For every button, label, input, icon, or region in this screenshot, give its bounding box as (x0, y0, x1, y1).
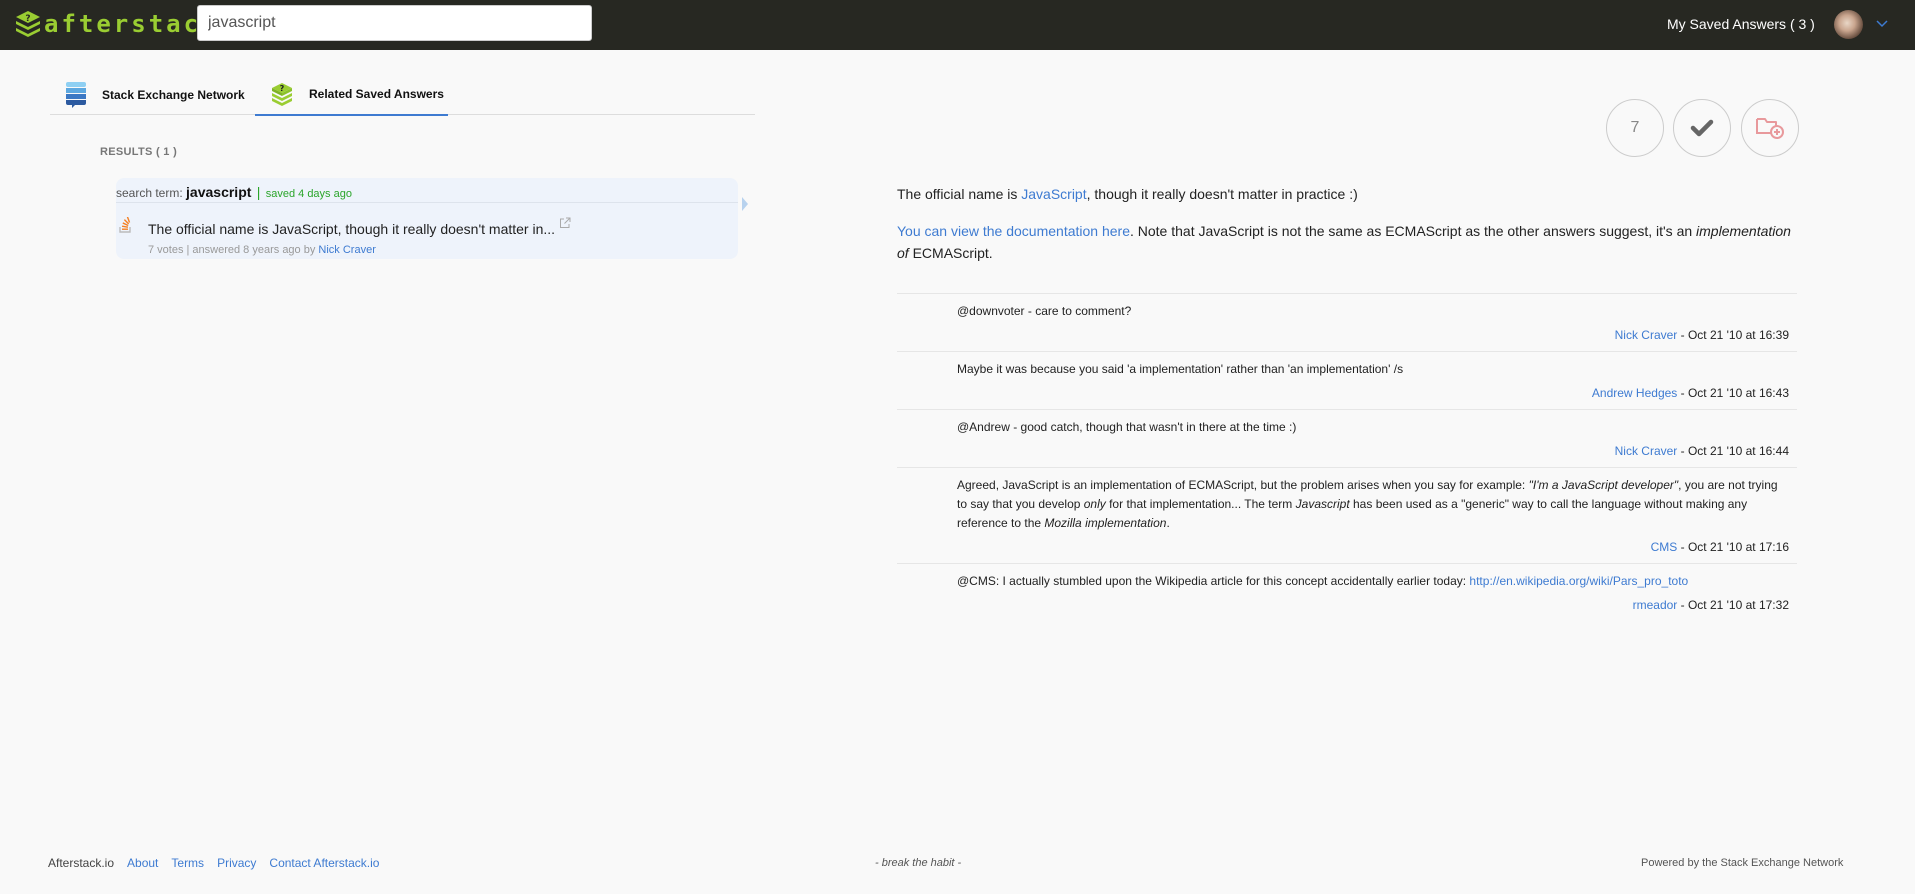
svg-text:?: ? (25, 14, 30, 24)
comment-attribution: rmeador - Oct 21 '10 at 17:32 (957, 597, 1789, 613)
comment: Agreed, JavaScript is an implementation … (897, 467, 1797, 563)
stackoverflow-icon (119, 217, 131, 233)
documentation-link[interactable]: You can view the documentation here (897, 223, 1130, 239)
logo-text: afterstack (44, 10, 219, 38)
footer-brand: Afterstack.io (48, 856, 115, 870)
tab-label: Related Saved Answers (309, 87, 444, 101)
comment-attribution: Nick Craver - Oct 21 '10 at 16:44 (957, 443, 1789, 459)
result-meta: 7 votes | answered 8 years ago by Nick C… (148, 244, 376, 256)
comment-attribution: Nick Craver - Oct 21 '10 at 16:39 (957, 327, 1789, 343)
user-avatar[interactable] (1834, 10, 1863, 39)
result-meta-text: 7 votes | answered 8 years ago by (148, 244, 316, 256)
answer-text: , though it really doesn't matter in pra… (1086, 186, 1358, 202)
comment: Maybe it was because you said 'a impleme… (897, 351, 1797, 409)
footer-powered-by: Powered by the Stack Exchange Network (1641, 857, 1844, 869)
result-item[interactable]: search term: javascript | saved 4 days a… (116, 178, 738, 259)
footer-links: Afterstack.io About Terms Privacy Contac… (48, 856, 379, 870)
afterstack-logo-icon: ? (16, 11, 40, 37)
separator: | (256, 184, 261, 200)
comment-author-link[interactable]: Nick Craver (1615, 444, 1678, 458)
afterstack-question-icon: ? (272, 83, 292, 106)
top-bar: ? afterstack My Saved Answers ( 3 ) (0, 0, 1915, 50)
answer-text: ECMAScript. (908, 245, 993, 261)
comment-author-link[interactable]: CMS (1651, 540, 1678, 554)
answer-paragraph: You can view the documentation here. Not… (897, 220, 1797, 264)
footer-privacy-link[interactable]: Privacy (217, 856, 256, 870)
accepted-answer-button[interactable] (1673, 99, 1731, 157)
comment-author-link[interactable]: Andrew Hedges (1592, 386, 1677, 400)
result-title-link[interactable]: The official name is JavaScript, though … (148, 221, 555, 237)
comment-text-part: Agreed, JavaScript is an implementation … (957, 478, 1529, 492)
chevron-down-icon[interactable] (1874, 16, 1890, 32)
stack-exchange-icon (66, 81, 86, 108)
save-to-folder-button[interactable] (1741, 99, 1799, 157)
answer-body: The official name is JavaScript, though … (897, 183, 1797, 279)
search-input[interactable] (197, 5, 592, 41)
answer-text: The official name is (897, 186, 1022, 202)
tab-label: Stack Exchange Network (102, 87, 245, 102)
external-link-icon[interactable] (559, 217, 571, 229)
comment-date: - Oct 21 '10 at 16:44 (1677, 444, 1789, 458)
result-author-link[interactable]: Nick Craver (318, 244, 375, 256)
search-term-prefix: search term: (116, 186, 183, 200)
comment: @CMS: I actually stumbled upon the Wikip… (897, 563, 1797, 621)
comment-emphasis: only (1083, 497, 1106, 511)
footer-tagline: - break the habit - (875, 857, 962, 869)
footer-terms-link[interactable]: Terms (171, 856, 204, 870)
vote-count: 7 (1606, 99, 1664, 157)
logo[interactable]: ? afterstack (14, 8, 219, 40)
footer-contact-link[interactable]: Contact Afterstack.io (269, 856, 379, 870)
comment: @downvoter - care to comment? Nick Crave… (897, 293, 1797, 351)
comment-author-link[interactable]: Nick Craver (1615, 328, 1678, 342)
comment-text: @Andrew - good catch, though that wasn't… (957, 420, 1297, 434)
comment-text-part: for that implementation... The term (1105, 497, 1296, 511)
comment-text: Maybe it was because you said 'a impleme… (957, 362, 1404, 376)
results-count: RESULTS ( 1 ) (100, 146, 178, 158)
comment-attribution: CMS - Oct 21 '10 at 17:16 (957, 539, 1789, 555)
comment-emphasis: "I'm a JavaScript developer" (1528, 478, 1679, 492)
comment-author-link[interactable]: rmeador (1633, 598, 1678, 612)
comment-list: @downvoter - care to comment? Nick Crave… (897, 293, 1797, 621)
selected-arrow-icon (742, 197, 748, 211)
comment-text: @downvoter - care to comment? (957, 304, 1132, 318)
saved-time: saved 4 days ago (265, 188, 352, 200)
comment-date: - Oct 21 '10 at 17:16 (1677, 540, 1789, 554)
answer-text: . Note that JavaScript is not the same a… (1129, 223, 1697, 239)
folder-add-icon (1756, 118, 1784, 139)
my-saved-answers-link[interactable]: My Saved Answers ( 3 ) (1667, 16, 1815, 32)
tab-bar: Stack Exchange Network ? Related Saved A… (50, 74, 755, 116)
tab-stack-exchange-network[interactable]: Stack Exchange Network (66, 74, 245, 115)
search-term: javascript (186, 184, 252, 200)
comment-date: - Oct 21 '10 at 17:32 (1677, 598, 1789, 612)
comment-text-part: @CMS: I actually stumbled upon the Wikip… (957, 574, 1470, 588)
comment-emphasis: Javascript (1295, 497, 1350, 511)
comment-date: - Oct 21 '10 at 16:43 (1677, 386, 1789, 400)
comment-text: @CMS: I actually stumbled upon the Wikip… (957, 572, 1789, 591)
result-search-term: search term: javascript | saved 4 days a… (116, 178, 738, 203)
wikipedia-link[interactable]: http://en.wikipedia.org/wiki/Pars_pro_to… (1469, 574, 1688, 588)
comment-emphasis: Mozilla implementation (1044, 516, 1167, 530)
checkmark-icon (1690, 119, 1714, 137)
comment-date: - Oct 21 '10 at 16:39 (1677, 328, 1789, 342)
comment: @Andrew - good catch, though that wasn't… (897, 409, 1797, 467)
javascript-link[interactable]: JavaScript (1021, 186, 1086, 202)
comment-text: Agreed, JavaScript is an implementation … (957, 476, 1789, 533)
tab-related-saved-answers[interactable]: ? Related Saved Answers (255, 74, 448, 116)
svg-text:?: ? (280, 84, 285, 93)
footer-about-link[interactable]: About (127, 856, 158, 870)
answer-paragraph: The official name is JavaScript, though … (897, 183, 1797, 205)
comment-text-part: . (1166, 516, 1170, 530)
comment-attribution: Andrew Hedges - Oct 21 '10 at 16:43 (957, 385, 1789, 401)
